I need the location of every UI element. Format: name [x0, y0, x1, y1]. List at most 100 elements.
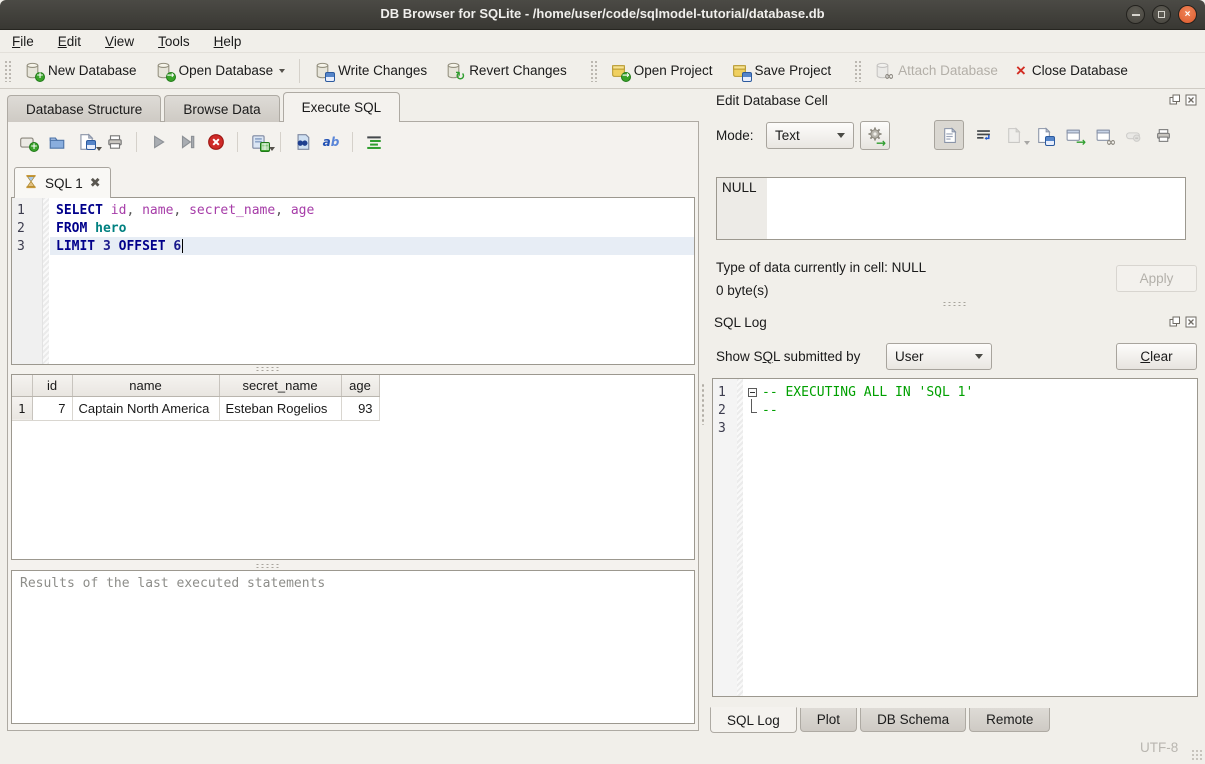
panel-splitter[interactable]: [942, 301, 968, 306]
resize-grip[interactable]: [1191, 749, 1203, 761]
execute-all-icon[interactable]: [148, 132, 168, 152]
menu-item-tools[interactable]: Tools: [158, 34, 190, 49]
sql-editor[interactable]: 1 SELECT id, name, secret_name, age2FROM …: [11, 197, 695, 365]
close-panel-icon[interactable]: [1185, 316, 1197, 328]
close-panel-icon[interactable]: [1185, 94, 1197, 106]
log-text: -- EXECUTING ALL IN 'SQL 1': [760, 385, 973, 400]
sql-editor-line[interactable]: 3LIMIT 3 OFFSET 6: [12, 237, 694, 255]
column-header-secret_name[interactable]: secret_name: [219, 375, 341, 396]
cell-value: NULL: [722, 180, 757, 195]
minimize-button[interactable]: [1126, 5, 1145, 24]
editor-results-splitter[interactable]: [255, 366, 281, 371]
cell[interactable]: 7: [32, 396, 72, 420]
execute-sql-panel: + ▦ ab SQL 1 ✖: [7, 121, 699, 731]
line-number: 3: [713, 421, 738, 436]
results-message-splitter[interactable]: [255, 563, 281, 568]
new-sql-tab-icon[interactable]: +: [18, 132, 38, 152]
menu-item-help[interactable]: Help: [214, 34, 242, 49]
bottom-tab-db-schema[interactable]: DB Schema: [860, 708, 966, 732]
float-panel-icon[interactable]: [1169, 94, 1181, 106]
sql-editor-line[interactable]: 1 SELECT id, name, secret_name, age: [12, 201, 694, 219]
bottom-tab-remote[interactable]: Remote: [969, 708, 1050, 732]
print-cell-icon[interactable]: [1152, 124, 1174, 146]
fold-marker[interactable]: [744, 388, 760, 397]
close-button[interactable]: ×: [1178, 5, 1197, 24]
tab-browse-data[interactable]: Browse Data: [164, 95, 279, 122]
mode-select[interactable]: Text: [766, 122, 854, 149]
cell-value-editor[interactable]: NULL: [716, 177, 1186, 240]
main-tab-bar: Database Structure Browse Data Execute S…: [7, 92, 403, 122]
fold-margin: [43, 201, 50, 219]
save-project-button[interactable]: Save Project: [722, 58, 841, 84]
export-data-icon[interactable]: [1032, 124, 1054, 146]
line-number: 1: [12, 201, 43, 219]
toolbar-separator: [299, 59, 300, 83]
toolbar-drag-handle[interactable]: [590, 60, 597, 82]
cell[interactable]: Captain North America: [72, 396, 219, 420]
sql-toolbar-separator: [352, 132, 353, 152]
auto-switch-mode-button[interactable]: →: [860, 121, 890, 150]
menu-item-view[interactable]: View: [105, 34, 134, 49]
fold-margin: [43, 219, 50, 237]
cell[interactable]: 93: [341, 396, 379, 420]
bottom-tab-sql-log[interactable]: SQL Log: [710, 707, 797, 733]
open-database-dropdown-arrow[interactable]: [279, 69, 285, 73]
toolbar-drag-handle[interactable]: [4, 60, 11, 82]
fold-end-line: [751, 399, 757, 413]
row-header[interactable]: 1: [12, 396, 32, 420]
column-header-age[interactable]: age: [341, 375, 379, 396]
float-panel-icon[interactable]: [1169, 316, 1181, 328]
sql-editor-line[interactable]: 2FROM hero: [12, 219, 694, 237]
window-controls: ×: [1126, 5, 1197, 24]
execute-current-line-icon[interactable]: [177, 132, 197, 152]
sql-log-view[interactable]: 1-- EXECUTING ALL IN 'SQL 1'2--3: [712, 378, 1198, 697]
set-null-icon: [1122, 124, 1144, 146]
window-title: DB Browser for SQLite - /home/user/code/…: [0, 6, 1205, 21]
fold-marker[interactable]: [744, 408, 760, 413]
revert-changes-button[interactable]: ↻ Revert Changes: [436, 58, 576, 84]
sql-editor-tab-label: SQL 1: [45, 176, 83, 191]
cell-editor-toolbar: → ∞: [934, 120, 1174, 150]
line-number: 3: [12, 237, 43, 255]
gear-icon: →: [867, 126, 883, 145]
replace-icon[interactable]: ab: [321, 132, 341, 152]
cell[interactable]: Esteban Rogelios: [219, 396, 341, 420]
attach-database-icon: ∞: [874, 62, 892, 80]
write-changes-button[interactable]: Write Changes: [305, 58, 436, 84]
tab-execute-sql[interactable]: Execute SQL: [283, 92, 401, 122]
open-project-button[interactable]: → Open Project: [601, 58, 722, 84]
column-header-id[interactable]: id: [32, 375, 72, 396]
sql-code: SELECT id, name, secret_name, age: [50, 201, 694, 219]
save-results-icon[interactable]: ▦: [249, 132, 269, 152]
close-database-button[interactable]: × Close Database: [1007, 58, 1137, 83]
menu-item-file[interactable]: File: [12, 34, 34, 49]
stop-execution-icon[interactable]: [206, 132, 226, 152]
save-sql-file-icon[interactable]: [76, 132, 96, 152]
table-row[interactable]: 17Captain North AmericaEsteban Rogelios9…: [12, 396, 379, 420]
log-filter-select[interactable]: User: [886, 343, 992, 370]
tab-database-structure[interactable]: Database Structure: [7, 95, 161, 122]
save-project-icon: [731, 62, 749, 80]
data-link-icon[interactable]: ∞: [1092, 124, 1114, 146]
format-sql-icon[interactable]: [364, 132, 384, 152]
bottom-tab-plot[interactable]: Plot: [800, 708, 857, 732]
open-in-external-icon[interactable]: →: [1062, 124, 1084, 146]
clear-log-button[interactable]: Clear: [1116, 343, 1197, 370]
new-database-button[interactable]: + New Database: [15, 58, 146, 84]
open-project-icon: →: [610, 62, 628, 80]
sql-toolbar: + ▦ ab: [18, 129, 384, 155]
collapse-icon[interactable]: [748, 388, 757, 397]
maximize-button[interactable]: [1152, 5, 1171, 24]
print-sql-icon[interactable]: [105, 132, 125, 152]
open-database-button[interactable]: → Open Database: [146, 58, 295, 84]
results-grid[interactable]: idnamesecret_nameage17Captain North Amer…: [11, 374, 695, 560]
menu-item-edit[interactable]: Edit: [58, 34, 81, 49]
word-wrap-icon[interactable]: [972, 124, 994, 146]
find-icon[interactable]: [292, 132, 312, 152]
close-sql-tab-icon[interactable]: ✖: [90, 175, 101, 191]
open-sql-file-icon[interactable]: [47, 132, 67, 152]
column-header-name[interactable]: name: [72, 375, 219, 396]
toolbar-drag-handle[interactable]: [854, 60, 861, 82]
sql-editor-tab[interactable]: SQL 1 ✖: [14, 167, 111, 198]
text-mode-icon[interactable]: [934, 120, 964, 150]
